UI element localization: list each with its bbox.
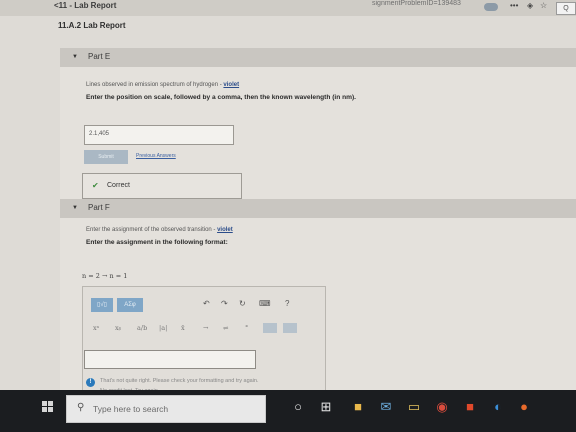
previous-answers-link[interactable]: Previous Answers — [136, 153, 176, 159]
arrow-button[interactable]: → — [203, 324, 208, 332]
page-title: 11.A.2 Lab Report — [58, 21, 126, 30]
reset-icon[interactable]: ↻ — [239, 299, 246, 308]
office-icon[interactable]: ■ — [462, 399, 478, 415]
help-icon[interactable]: ? — [285, 299, 289, 308]
search-icon[interactable]: Q — [556, 2, 576, 15]
format-expression: n = 2 → n = 1 — [82, 272, 128, 280]
page-action-pill[interactable] — [484, 3, 498, 11]
task-view-icon[interactable]: ⊞ — [318, 399, 334, 415]
taskbar-search-input[interactable]: ⚲ Type here to search — [66, 395, 266, 423]
correct-label: Correct — [107, 182, 130, 189]
part-e-header[interactable]: ▼ Part E — [60, 48, 576, 67]
keyboard-icon[interactable]: ⌨ — [259, 299, 271, 308]
part-e-label: Part E — [88, 52, 111, 61]
checkmark-icon: ✔ — [92, 181, 99, 190]
taskbar-search-placeholder: Type here to search — [93, 404, 169, 414]
submit-button[interactable]: Submit — [84, 150, 128, 164]
part-f-color-link[interactable]: violet — [217, 227, 233, 233]
part-f-prompt: Enter the assignment of the observed tra… — [86, 227, 233, 233]
fraction-button[interactable]: a/b — [137, 324, 147, 332]
part-f-answer-field[interactable] — [84, 350, 256, 369]
collapse-caret-icon[interactable]: ▼ — [72, 205, 78, 211]
edge-icon[interactable]: ◐ — [490, 399, 506, 415]
chem-button[interactable] — [283, 323, 297, 333]
cortana-icon[interactable]: ○ — [290, 399, 306, 415]
greek-symbols-button[interactable]: ΑΣφ — [117, 298, 143, 312]
part-e-color-link[interactable]: violet — [223, 82, 239, 88]
part-e-prompt: Lines observed in emission spectrum of h… — [86, 82, 240, 88]
part-f-label: Part F — [88, 203, 110, 212]
firefox-icon[interactable]: ● — [516, 399, 532, 415]
collapse-caret-icon[interactable]: ▼ — [72, 54, 78, 60]
vector-bar-button[interactable]: x̄ — [181, 324, 185, 332]
redo-icon[interactable]: ↷ — [221, 299, 228, 308]
page-content: 11.A.2 Lab Report ▼ Part E Lines observe… — [0, 16, 576, 406]
part-f-instruction: Enter the assignment in the following fo… — [86, 239, 228, 246]
mail-icon[interactable]: ✉ — [378, 399, 394, 415]
feedback-message: That's not quite right. Please check you… — [100, 378, 259, 384]
part-e-instruction: Enter the position on scale, followed by… — [86, 94, 357, 101]
state-button[interactable] — [263, 323, 277, 333]
chrome-icon[interactable]: ◉ — [434, 399, 450, 415]
degree-button[interactable]: ° — [245, 324, 248, 332]
part-e-answer-field[interactable]: 2.1,405 — [84, 125, 234, 145]
back-to-lab-report-link[interactable]: <11 - Lab Report — [54, 1, 116, 10]
browser-toolbar: <11 - Lab Report signmentProblemID=13948… — [0, 0, 576, 17]
undo-icon[interactable]: ↶ — [203, 299, 210, 308]
windows-start-icon[interactable] — [42, 401, 54, 413]
templates-button[interactable]: ▯√▯ — [91, 298, 113, 312]
pocket-icon[interactable]: ◈ — [527, 1, 533, 10]
file-explorer-icon[interactable]: ▭ — [406, 399, 422, 415]
search-icon: ⚲ — [77, 402, 85, 413]
star-icon[interactable]: ☆ — [540, 1, 547, 10]
windows-taskbar: ⚲ Type here to search ○ ⊞ ■ ✉ ▭ ◉ ■ ◐ ● — [0, 390, 576, 432]
part-f-header[interactable]: ▼ Part F — [60, 199, 576, 218]
absolute-value-button[interactable]: |a| — [159, 324, 167, 332]
superscript-button[interactable]: xᵃ — [93, 324, 99, 332]
subscript-button[interactable]: xᵦ — [115, 324, 121, 332]
url-fragment[interactable]: signmentProblemID=139483 — [372, 0, 461, 7]
correct-status-box: ✔ Correct — [82, 173, 242, 199]
store-icon[interactable]: ■ — [350, 399, 366, 415]
more-icon[interactable]: ••• — [510, 1, 518, 10]
equilibrium-button[interactable]: ⇌ — [223, 324, 228, 332]
info-icon: ! — [86, 378, 95, 387]
